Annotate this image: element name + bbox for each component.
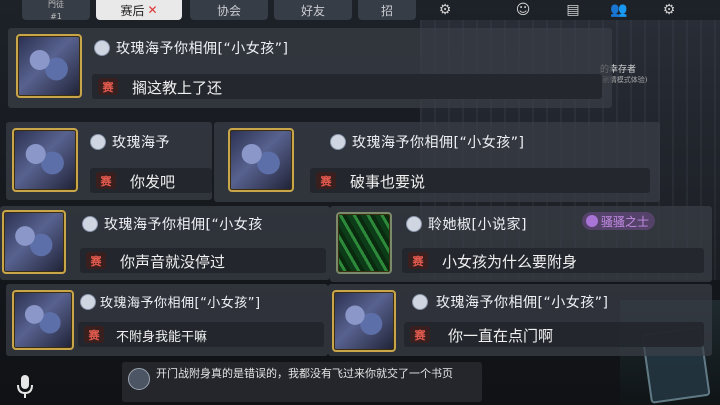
system-avatar: [128, 368, 150, 390]
message-bubble: 赛 你发吧: [90, 168, 212, 193]
person-icon[interactable]: ☺: [510, 0, 536, 20]
tab-recruit[interactable]: 招: [358, 0, 416, 20]
message-text: 搁这教上了还: [132, 79, 223, 97]
match-tag: 赛: [96, 172, 116, 189]
message-bubble: 赛 你声音就没停过: [80, 248, 326, 273]
player-name: 玫瑰海予你相佣[“小女孩”]: [116, 41, 289, 57]
close-icon[interactable]: ✕: [147, 3, 157, 17]
chat-message-card: 玫瑰海予你相佣[“小女孩”] 赛 你一直在点门啊: [328, 284, 712, 356]
gem-icon: [586, 215, 598, 227]
message-bubble: 赛 你一直在点门啊: [404, 322, 704, 347]
player-name: 玫瑰海予: [112, 135, 170, 151]
chat-message-card: 玫瑰海予你相佣[“小女孩”] 赛 不附身我能干嘛: [6, 284, 328, 356]
player-avatar[interactable]: [2, 210, 66, 274]
message-text: 小女孩为什么要附身: [442, 253, 578, 271]
rank-wing-icon: [80, 294, 96, 310]
chat-message-card: 玫瑰海予你相佣[“小女孩”] 赛 搁这教上了还: [8, 28, 612, 108]
match-tag: 赛: [410, 326, 430, 343]
settings-icon[interactable]: ⚙: [656, 0, 682, 20]
friends-icon[interactable]: 👥: [606, 0, 632, 20]
player-name: 玫瑰海予你相佣[“小女孩: [104, 217, 263, 233]
player-name: 玫瑰海予你相佣[“小女孩”]: [436, 295, 609, 311]
tab-postgame-label: 赛后: [120, 3, 145, 18]
rank-wing-icon: [330, 134, 346, 150]
tab-friends[interactable]: 好友: [274, 0, 352, 20]
rank-wing-icon: [90, 134, 106, 150]
mic-glyph: [17, 375, 33, 398]
rank-wing-icon: [406, 216, 422, 232]
chat-message-card: 玫瑰海予 赛 你发吧: [6, 122, 212, 200]
message-text: 你声音就没停过: [120, 253, 226, 271]
message-bubble: 赛 搁这教上了还: [92, 74, 602, 99]
chat-message-card: 玫瑰海予你相佣[“小女孩”] 赛 破事也要说: [214, 122, 660, 202]
player-name: 玫瑰海予你相佣[“小女孩”]: [100, 296, 261, 311]
gear-icon[interactable]: ⚙: [432, 0, 458, 20]
chat-message-card: 聆她椒[小说家] 骚骚之士 赛 小女孩为什么要附身: [330, 206, 712, 282]
player-name: 聆她椒[小说家]: [428, 217, 527, 233]
system-message: 开门战附身真的是错误的，我都没有飞过来你就交了一个书页: [122, 362, 482, 402]
system-message-text: 开门战附身真的是错误的，我都没有飞过来你就交了一个书页: [156, 367, 453, 380]
message-text: 破事也要说: [350, 173, 426, 191]
chat-channel-tabs: 門徒 #1 赛后 ✕ 协会 好友 招 ⚙ ☺ ▤ 👥 ⚙: [0, 0, 720, 22]
message-bubble: 赛 小女孩为什么要附身: [402, 248, 704, 273]
mic-icon[interactable]: [10, 372, 40, 402]
title-badge: 骚骚之士: [582, 212, 656, 230]
message-text: 你一直在点门啊: [448, 327, 554, 345]
rank-wing-icon: [94, 40, 110, 56]
rank-wing-icon: [412, 294, 428, 310]
message-bubble: 赛 不附身我能干嘛: [78, 322, 324, 347]
match-tag: 赛: [84, 326, 104, 343]
message-text: 不附身我能干嘛: [116, 330, 208, 345]
player-avatar[interactable]: [12, 290, 74, 350]
player-avatar[interactable]: [16, 34, 82, 98]
tab-postgame[interactable]: 赛后 ✕: [96, 0, 182, 20]
player-avatar[interactable]: [336, 212, 392, 274]
tab-rank[interactable]: 門徒 #1: [22, 0, 90, 21]
match-tag: 赛: [408, 252, 428, 269]
player-name: 玫瑰海予你相佣[“小女孩”]: [352, 135, 525, 151]
message-text: 你发吧: [130, 173, 176, 191]
chat-message-card: 玫瑰海予你相佣[“小女孩 赛 你声音就没停过: [0, 206, 330, 280]
match-tag: 赛: [98, 78, 118, 95]
match-tag: 赛: [86, 252, 106, 269]
rank-wing-icon: [82, 216, 98, 232]
player-avatar[interactable]: [228, 128, 294, 192]
chart-icon[interactable]: ▤: [560, 0, 586, 20]
player-avatar[interactable]: [332, 290, 396, 352]
message-bubble: 赛 破事也要说: [310, 168, 650, 193]
player-avatar[interactable]: [12, 128, 78, 192]
tab-guild[interactable]: 协会: [190, 0, 268, 20]
match-tag: 赛: [316, 172, 336, 189]
